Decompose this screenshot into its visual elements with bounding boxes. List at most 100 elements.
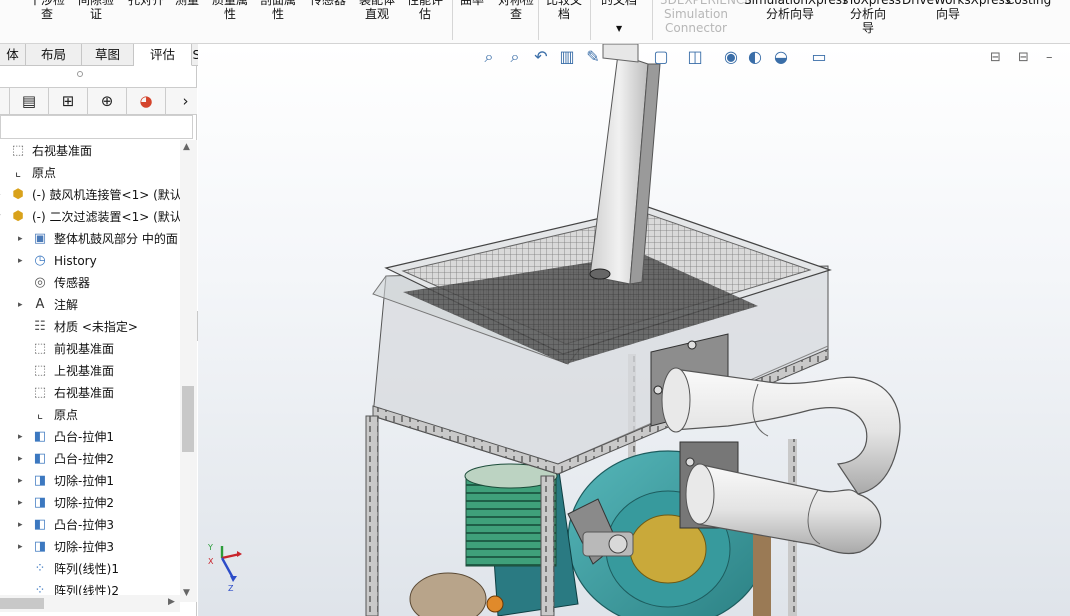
tree-item-label: 切除-拉伸1 bbox=[54, 474, 114, 488]
expand-toggle-icon[interactable]: ▸ bbox=[18, 470, 23, 492]
ribbon-button-15[interactable]: FloXpress 分析向 导 bbox=[843, 0, 901, 35]
tree-item[interactable]: ▸ ⬢ (-) 鼓风机连接管<1> (默认 bbox=[0, 184, 180, 206]
view-orientation-icon[interactable]: ▢ bbox=[650, 46, 672, 68]
scroll-right-icon[interactable]: ▶ bbox=[168, 597, 175, 607]
tree-item[interactable]: ⁘ 阵列(线性)1 bbox=[0, 558, 180, 580]
tree-item[interactable]: ▸ ◷ History bbox=[0, 250, 180, 272]
ribbon-button-6[interactable]: 传感器 bbox=[306, 0, 350, 7]
tree-item-label: 凸台-拉伸3 bbox=[54, 518, 114, 532]
tree-item[interactable]: ☷ 材质 <未指定> bbox=[0, 316, 180, 338]
tab-1[interactable]: 布局 bbox=[26, 44, 82, 66]
ribbon-button-10[interactable]: 对称检 查 bbox=[492, 0, 540, 21]
part-icon: ⬢ bbox=[12, 209, 24, 224]
view-settings-icon[interactable]: ▭ bbox=[808, 46, 830, 68]
tree-item[interactable]: ▸ ◧ 凸台-拉伸3 bbox=[0, 514, 180, 536]
tree-vertical-scrollbar[interactable]: ▲ ▼ bbox=[180, 140, 197, 602]
property-manager-tab[interactable]: ⊞ bbox=[49, 88, 88, 114]
apply-scene-icon[interactable]: ◒ bbox=[770, 46, 792, 68]
ribbon-button-13[interactable]: 3DEXPERIENCE Simulation Connector bbox=[660, 0, 752, 35]
hide-show-icon[interactable]: ◉ bbox=[720, 46, 742, 68]
graphics-viewport[interactable]: ⌕ ⌕ ↶ ▥ ✎ ▢ ◫ ◉ ◐ ◒ ▭ ⊟ ⊟ – Y X Z bbox=[198, 44, 1070, 616]
ribbon-button-14[interactable]: SimulationXpress 分析向导 bbox=[744, 0, 848, 21]
ribbon-button-8[interactable]: 性能评 估 bbox=[406, 0, 444, 21]
ribbon-button-0[interactable]: 干涉检 查 bbox=[28, 0, 66, 21]
bolt bbox=[608, 534, 628, 554]
scroll-down-icon[interactable]: ▼ bbox=[183, 588, 190, 598]
expand-toggle-icon[interactable]: ▸ bbox=[0, 184, 1, 206]
expand-toggle-icon[interactable]: ▸ bbox=[18, 514, 23, 536]
ribbon-button-5[interactable]: 剖面属 性 bbox=[258, 0, 298, 21]
ribbon-separator bbox=[652, 0, 653, 40]
ribbon-button-17[interactable]: Costing bbox=[1006, 0, 1051, 7]
expand-toggle-icon[interactable]: ▸ bbox=[18, 448, 23, 470]
zoom-to-area-icon[interactable]: ⌕ bbox=[504, 46, 526, 68]
material-icon: ☷ bbox=[34, 319, 46, 334]
expand-toggle-icon[interactable]: ▸ bbox=[18, 228, 23, 250]
tree-item[interactable]: ⬚ 右视基准面 bbox=[0, 382, 180, 404]
tree-item[interactable]: ⌞ 原点 bbox=[0, 404, 180, 426]
configuration-manager-tab[interactable]: ⊕ bbox=[88, 88, 127, 114]
configuration-manager-icon: ⊕ bbox=[100, 92, 114, 110]
tree-item[interactable]: ▸ ◧ 凸台-拉伸1 bbox=[0, 426, 180, 448]
tree-item[interactable]: ▸ A 注解 bbox=[0, 294, 180, 316]
ribbon-button-9[interactable]: 曲率 bbox=[458, 0, 486, 7]
tree-filter-input[interactable] bbox=[0, 115, 193, 139]
expand-toggle-icon[interactable]: ▸ bbox=[18, 492, 23, 514]
ribbon-button-1[interactable]: 间隙验 证 bbox=[76, 0, 116, 21]
section-view-icon[interactable]: ▥ bbox=[556, 46, 578, 68]
tree-item[interactable]: ▸ ▣ 整体机鼓风部分 中的面 bbox=[0, 228, 180, 250]
edit-appearance-icon[interactable]: ◐ bbox=[744, 46, 766, 68]
tree-item[interactable]: ◎ 传感器 bbox=[0, 272, 180, 294]
expand-toggle-icon[interactable]: ▾ bbox=[0, 206, 1, 228]
feature-manager-tab[interactable]: ▤ bbox=[10, 88, 49, 114]
ribbon-button-3[interactable]: 测量 bbox=[172, 0, 202, 7]
ribbon-button-7[interactable]: 装配体 直观 bbox=[356, 0, 398, 21]
panel-handle-dot[interactable] bbox=[77, 71, 83, 77]
display-style-icon[interactable]: ◫ bbox=[684, 46, 706, 68]
ribbon-button-16[interactable]: DriveWorksXpress 向导 bbox=[902, 0, 1011, 21]
ribbon-button-4[interactable]: 质量属 性 bbox=[210, 0, 250, 21]
dropdown-arrow-icon[interactable]: ▼ bbox=[616, 24, 622, 33]
dynamic-annotation-icon[interactable]: ✎ bbox=[582, 46, 604, 68]
display-manager-tab[interactable]: ◕ bbox=[127, 88, 166, 114]
expand-toggle-icon[interactable]: ▸ bbox=[18, 294, 23, 316]
tree-item[interactable]: ▸ ◨ 切除-拉伸2 bbox=[0, 492, 180, 514]
tile-right-icon[interactable]: ⊟ bbox=[1018, 50, 1029, 65]
tree-item-label: 右视基准面 bbox=[32, 144, 93, 158]
minimize-icon[interactable]: – bbox=[1046, 50, 1053, 65]
plane-icon: ⬚ bbox=[33, 363, 47, 378]
boss-extrude-icon: ◧ bbox=[33, 517, 47, 532]
ribbon-button-2[interactable]: 孔对齐 bbox=[126, 0, 166, 7]
tree-item[interactable]: ⬚ 右视基准面 bbox=[0, 140, 180, 162]
tile-left-icon[interactable]: ⊟ bbox=[990, 50, 1001, 65]
tab-2[interactable]: 草图 bbox=[82, 44, 134, 66]
zoom-to-fit-icon[interactable]: ⌕ bbox=[478, 46, 500, 68]
ribbon-toolbar: 干涉检 查间隙验 证 孔对齐 测量 质量属 性剖面属 性 传感器 装配体 直观 性能评 估 曲… bbox=[0, 0, 1070, 44]
tab-3[interactable]: 评估 bbox=[134, 44, 192, 66]
ribbon-button-12[interactable]: 的文档 bbox=[598, 0, 640, 7]
tree-item[interactable]: ▾ ⬢ (-) 二次过滤装置<1> (默认 bbox=[0, 206, 180, 228]
feature-manager-icon: ▤ bbox=[21, 92, 37, 110]
tree-item[interactable]: ⌞ 原点 bbox=[0, 162, 180, 184]
tree-item[interactable]: ⬚ 上视基准面 bbox=[0, 360, 180, 382]
boss-extrude-icon: ◧ bbox=[33, 451, 47, 466]
pipe-end bbox=[661, 367, 691, 433]
scroll-up-icon[interactable]: ▲ bbox=[183, 142, 190, 152]
tree-item[interactable]: ▸ ◨ 切除-拉伸3 bbox=[0, 536, 180, 558]
expand-toggle-icon[interactable]: ▸ bbox=[18, 426, 23, 448]
tree-item[interactable]: ▸ ◧ 凸台-拉伸2 bbox=[0, 448, 180, 470]
tree-horizontal-scrollbar[interactable]: ▶ bbox=[0, 595, 180, 612]
expand-toggle-icon[interactable]: ▸ bbox=[18, 250, 23, 272]
tree-item[interactable]: ⬚ 前视基准面 bbox=[0, 338, 180, 360]
tree-item-label: 切除-拉伸2 bbox=[54, 496, 114, 510]
expand-toggle-icon[interactable]: ▸ bbox=[18, 536, 23, 558]
tree-item-label: 原点 bbox=[54, 408, 79, 422]
scroll-thumb[interactable] bbox=[182, 386, 194, 452]
tree-item-label: 右视基准面 bbox=[54, 386, 115, 400]
tab-0[interactable]: 体 bbox=[0, 44, 26, 66]
nut bbox=[486, 595, 504, 613]
previous-view-icon[interactable]: ↶ bbox=[530, 46, 552, 68]
scroll-thumb-horizontal[interactable] bbox=[0, 598, 44, 609]
tree-item[interactable]: ▸ ◨ 切除-拉伸1 bbox=[0, 470, 180, 492]
ribbon-button-11[interactable]: 比较文 档 bbox=[544, 0, 584, 21]
